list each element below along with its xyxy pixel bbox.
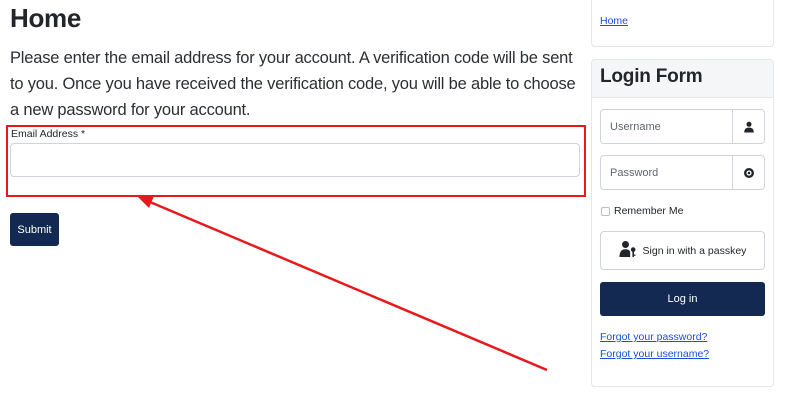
password-input[interactable] — [601, 156, 732, 189]
username-group — [600, 109, 765, 144]
remember-me[interactable]: Remember Me — [601, 205, 683, 217]
passkey-button[interactable]: Sign in with a passkey — [600, 231, 765, 270]
email-label: Email Address * — [11, 128, 86, 140]
remember-me-checkbox[interactable] — [601, 206, 610, 216]
login-form-title: Login Form — [600, 66, 703, 87]
eye-icon[interactable] — [732, 156, 764, 189]
password-group — [600, 155, 765, 190]
login-form-card: Login Form Remember Me — [591, 59, 774, 387]
remember-me-label: Remember Me — [614, 205, 684, 217]
annotation-arrow-head — [138, 196, 154, 208]
passkey-label: Sign in with a passkey — [642, 244, 747, 257]
breadcrumb-card: Home — [591, 0, 774, 47]
intro-text: Please enter the email address for your … — [10, 49, 576, 119]
user-key-icon — [619, 240, 637, 261]
email-field[interactable] — [10, 143, 580, 177]
forgot-username-link[interactable]: Forgot your username? — [600, 348, 709, 360]
annotation-arrow-line — [149, 200, 548, 372]
submit-button[interactable]: Submit — [10, 213, 59, 246]
username-input[interactable] — [601, 110, 732, 143]
breadcrumb-home-link[interactable]: Home — [600, 15, 628, 27]
user-icon — [732, 110, 764, 143]
login-form-header: Login Form — [592, 60, 773, 98]
login-button[interactable]: Log in — [600, 282, 765, 316]
page-title: Home — [10, 3, 82, 33]
forgot-password-link[interactable]: Forgot your password? — [600, 331, 707, 343]
